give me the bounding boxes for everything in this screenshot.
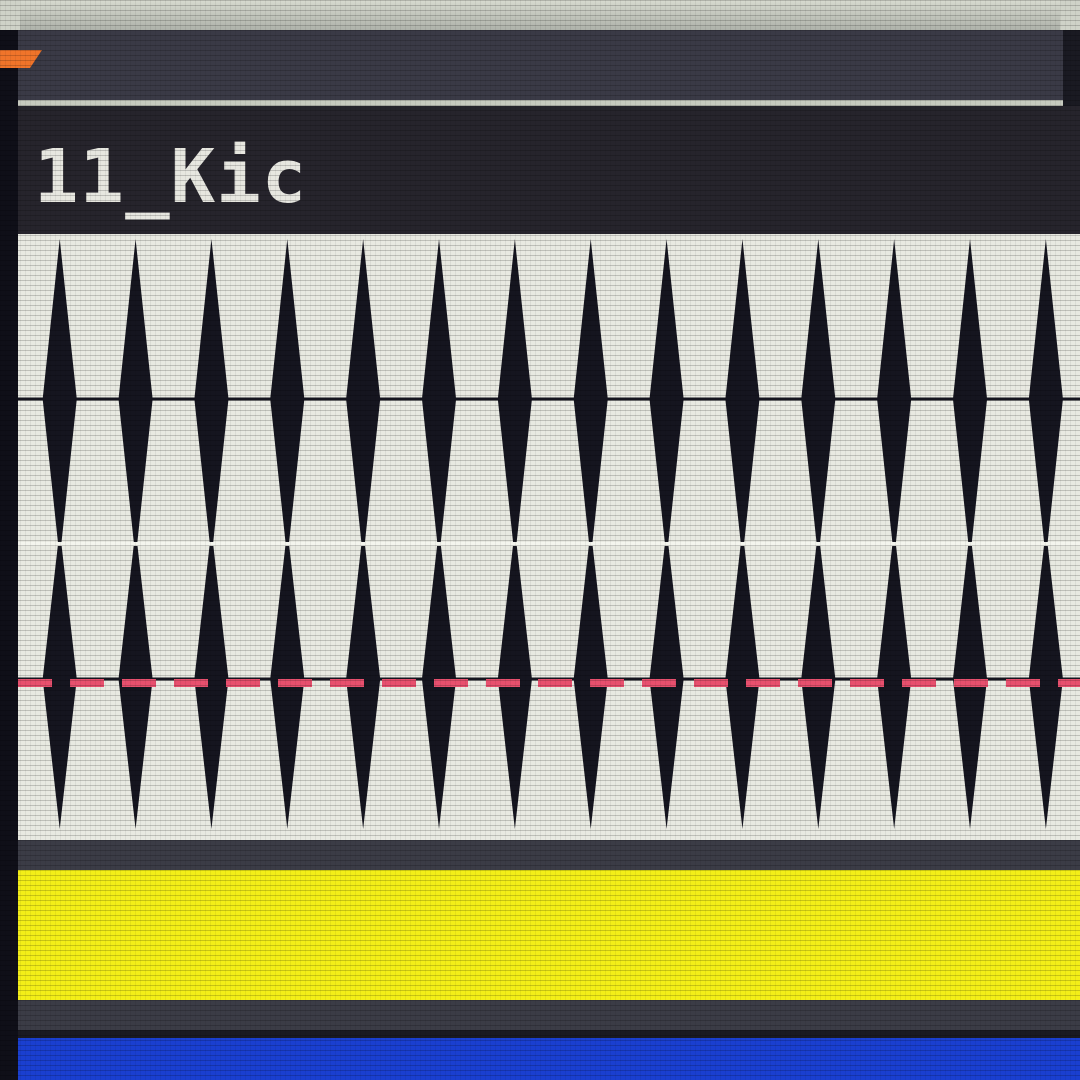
- track-lane-above[interactable]: [18, 30, 1063, 106]
- clip-title: 11_Kic: [34, 134, 308, 220]
- blue-audio-clip[interactable]: [18, 1038, 1080, 1080]
- clip-header[interactable]: 11_Kic: [18, 106, 1080, 234]
- yellow-audio-clip[interactable]: [18, 840, 1080, 1030]
- orange-arrow-icon: [0, 50, 42, 68]
- track-left-border: [0, 0, 18, 1080]
- audio-clip-waveform[interactable]: [18, 234, 1080, 840]
- yellow-clip-body: [18, 870, 1080, 1000]
- timeline-ruler[interactable]: [0, 0, 1080, 30]
- waveform-display: [18, 239, 1080, 829]
